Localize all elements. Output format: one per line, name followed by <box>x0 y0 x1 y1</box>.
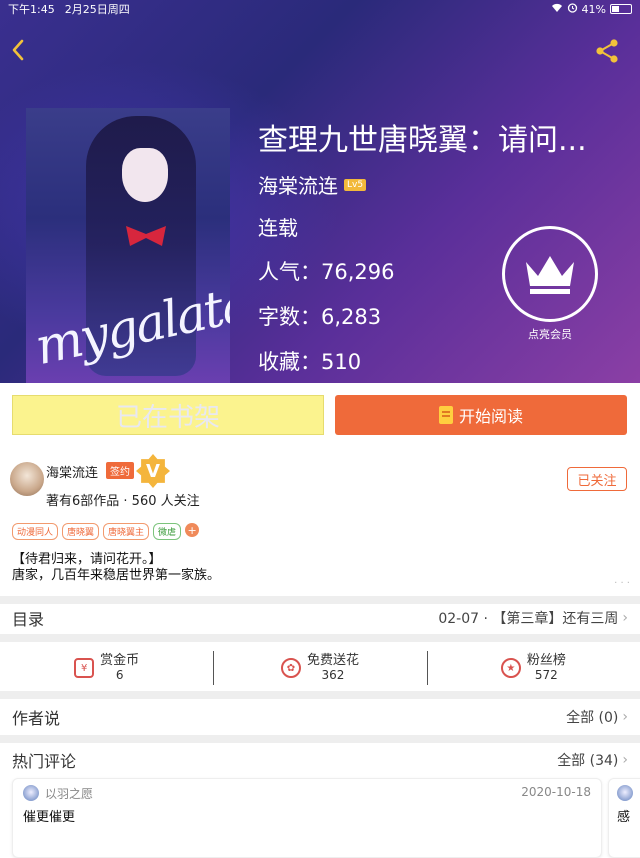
popularity-stat: 人气：76,296 <box>258 256 394 286</box>
start-reading-button[interactable]: 开始阅读 <box>335 395 627 435</box>
writer-name[interactable]: 海棠流连 <box>46 462 98 481</box>
author-name[interactable]: 海棠流连 <box>258 170 338 199</box>
catalog-title: 目录 <box>12 610 45 629</box>
favorites-label: 收藏： <box>258 350 321 374</box>
crown-icon <box>502 226 598 322</box>
status-date: 2月25日周四 <box>64 3 130 16</box>
hot-comments-row[interactable]: 热门评论 全部 (34) › <box>0 746 640 774</box>
share-button[interactable] <box>594 38 620 64</box>
author-says-count: 全部 (0) <box>566 710 619 726</box>
book-header: 下午1:45 2月25日周四 41% mygalata 查理九世唐晓翼：请问..… <box>0 0 640 383</box>
comment-text: 催更催更 <box>23 810 76 825</box>
catalog-row[interactable]: 目录 02-07 · 【第三章】还有三周 › <box>0 604 640 632</box>
popularity-value: 76,296 <box>321 260 395 284</box>
book-icon <box>438 406 453 424</box>
word-count-value: 6,283 <box>321 305 382 329</box>
start-reading-label: 开始阅读 <box>458 407 523 426</box>
followed-button[interactable]: 已关注 <box>567 467 627 491</box>
word-count-stat: 字数：6,283 <box>258 301 381 331</box>
divider <box>0 735 640 743</box>
signed-badge: 签约 <box>106 462 134 479</box>
reward-coins-button[interactable]: ¥ 赏金币 6 <box>0 647 213 689</box>
back-button[interactable] <box>6 38 30 62</box>
popularity-label: 人气： <box>258 260 321 284</box>
favorites-stat: 收藏：510 <box>258 346 361 376</box>
stat-label: 赏金币 <box>100 653 140 668</box>
support-stats: ¥ 赏金币 6 ✿ 免费送花 362 ★ 粉丝榜 572 <box>0 647 640 689</box>
commenter-avatar[interactable] <box>23 785 39 801</box>
favorites-value: 510 <box>321 350 362 374</box>
tag-item[interactable]: 唐晓翼 <box>62 523 100 540</box>
stat-label: 免费送花 <box>306 653 359 668</box>
book-intro[interactable]: 【待君归来，请问花开。】 唐家，几百年来稳居世界第一家族。 <box>12 552 220 584</box>
battery-percent: 41% <box>581 2 606 16</box>
status-time: 下午1:45 <box>8 3 55 16</box>
author-says-title: 作者说 <box>12 709 61 728</box>
word-count-label: 字数： <box>258 305 321 329</box>
chevron-left-icon <box>12 39 24 61</box>
send-flower-button[interactable]: ✿ 免费送花 362 <box>213 647 426 689</box>
latest-chapter: 02-07 · 【第三章】还有三周 <box>438 611 619 627</box>
flower-icon: ✿ <box>280 658 301 678</box>
comment-date: 2020-10-18 <box>521 785 591 799</box>
commenter-avatar[interactable] <box>617 785 633 801</box>
writer-avatar[interactable] <box>10 462 44 496</box>
intro-line: 【待君归来，请问花开。】 <box>12 552 162 567</box>
status-bar: 下午1:45 2月25日周四 41% <box>0 0 640 18</box>
stat-value: 572 <box>534 668 558 682</box>
coin-icon: ¥ <box>74 658 95 678</box>
chevron-right-icon: › <box>622 610 628 626</box>
writer-info: 海棠流连 签约 V 著有6部作品 · 560 人关注 已关注 <box>10 454 630 509</box>
tag-list: 动漫同人 唐晓翼 唐晓翼主 微虐 + <box>12 523 200 540</box>
tag-item[interactable]: 微虐 <box>153 523 182 540</box>
on-shelf-button[interactable]: 已在书架 <box>12 395 324 435</box>
verified-badge-icon: V <box>136 454 170 488</box>
stat-label: 粉丝榜 <box>526 653 566 668</box>
commenter-name[interactable]: 以羽之愿 <box>45 785 93 802</box>
book-cover[interactable]: mygalata nitro <box>26 108 230 383</box>
author-says-row[interactable]: 作者说 全部 (0) › <box>0 703 640 731</box>
book-title: 查理九世唐晓翼：请问... <box>258 123 587 158</box>
vip-label: 点亮会员 <box>528 328 572 341</box>
hot-comments-title: 热门评论 <box>12 752 77 771</box>
add-tag-button[interactable]: + <box>185 523 200 537</box>
alarm-icon <box>567 2 578 16</box>
wifi-icon <box>551 3 563 16</box>
level-badge: Lv5 <box>344 178 367 191</box>
tag-item[interactable]: 动漫同人 <box>12 523 59 540</box>
intro-line: 唐家，几百年来稳居世界第一家族。 <box>12 568 221 583</box>
comment-card[interactable]: 感 <box>608 778 640 858</box>
stat-value: 6 <box>115 668 124 682</box>
fan-ranking-button[interactable]: ★ 粉丝榜 572 <box>426 647 640 689</box>
comment-text: 感 <box>617 810 631 825</box>
share-icon <box>596 39 618 63</box>
divider <box>0 596 640 604</box>
book-author[interactable]: 海棠流连 Lv5 <box>258 170 367 199</box>
battery-icon <box>610 4 632 14</box>
medal-icon: ★ <box>500 658 521 678</box>
expand-intro-dots[interactable]: · · · <box>614 578 630 589</box>
comment-card[interactable]: 以羽之愿 2020-10-18 催更催更 <box>12 778 602 858</box>
cover-face <box>122 148 168 202</box>
divider <box>0 634 640 642</box>
chevron-right-icon: › <box>622 709 628 725</box>
vip-button[interactable]: 点亮会员 <box>500 226 600 346</box>
hot-comments-count: 全部 (34) <box>557 753 619 769</box>
serial-status: 连载 <box>258 216 298 240</box>
chevron-right-icon: › <box>622 752 628 768</box>
tag-item[interactable]: 唐晓翼主 <box>103 523 150 540</box>
writer-works-count: 著有6部作品 · 560 人关注 <box>46 494 200 509</box>
divider <box>0 691 640 699</box>
stat-value: 362 <box>321 668 345 682</box>
